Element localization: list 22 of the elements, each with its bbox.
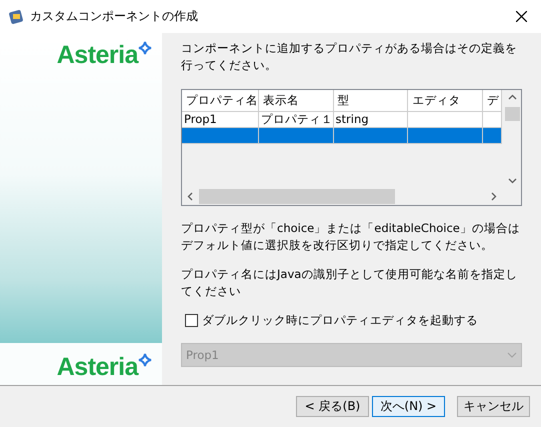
checkbox[interactable]: [185, 314, 198, 327]
wizard-button[interactable]: 次へ(N) >: [372, 396, 445, 417]
window-title: カスタムコンポーネントの作成: [30, 8, 198, 25]
hint-text: プロパティ型が「choice」または「editableChoice」の場合はデフォルト値に選択肢を改行区切りで指定してください。: [181, 220, 521, 254]
wizard-button[interactable]: キャンセル: [457, 396, 530, 417]
table-row[interactable]: Prop1 プロパティ１ string: [182, 112, 502, 128]
table-row[interactable]: [182, 128, 502, 144]
scroll-down-icon[interactable]: [508, 178, 517, 184]
brand-logo: Asteria: [56, 41, 152, 70]
intro-text: コンポーネントに追加するプロパティがある場合はその定義を行ってください。: [181, 40, 518, 74]
brand-logo: Asteria: [56, 352, 152, 382]
wizard-button[interactable]: < 戻る(B): [296, 396, 369, 417]
property-table[interactable]: プロパティ名 表示名 型 エディタ デ Prop1 プロパティ１ string: [181, 89, 522, 206]
scroll-left-icon[interactable]: [187, 192, 193, 201]
scroll-right-icon[interactable]: [491, 192, 497, 201]
checkbox-label[interactable]: ダブルクリック時にプロパティエディタを起動する: [202, 313, 478, 328]
app-icon: [8, 8, 24, 24]
scroll-thumb[interactable]: [505, 107, 520, 121]
scroll-thumb[interactable]: [199, 189, 395, 204]
scroll-up-icon[interactable]: [508, 94, 517, 100]
hint-text: プロパティ名にはJavaの識別子として使用可能な名前を指定してください: [181, 266, 518, 300]
close-icon[interactable]: [516, 11, 527, 22]
